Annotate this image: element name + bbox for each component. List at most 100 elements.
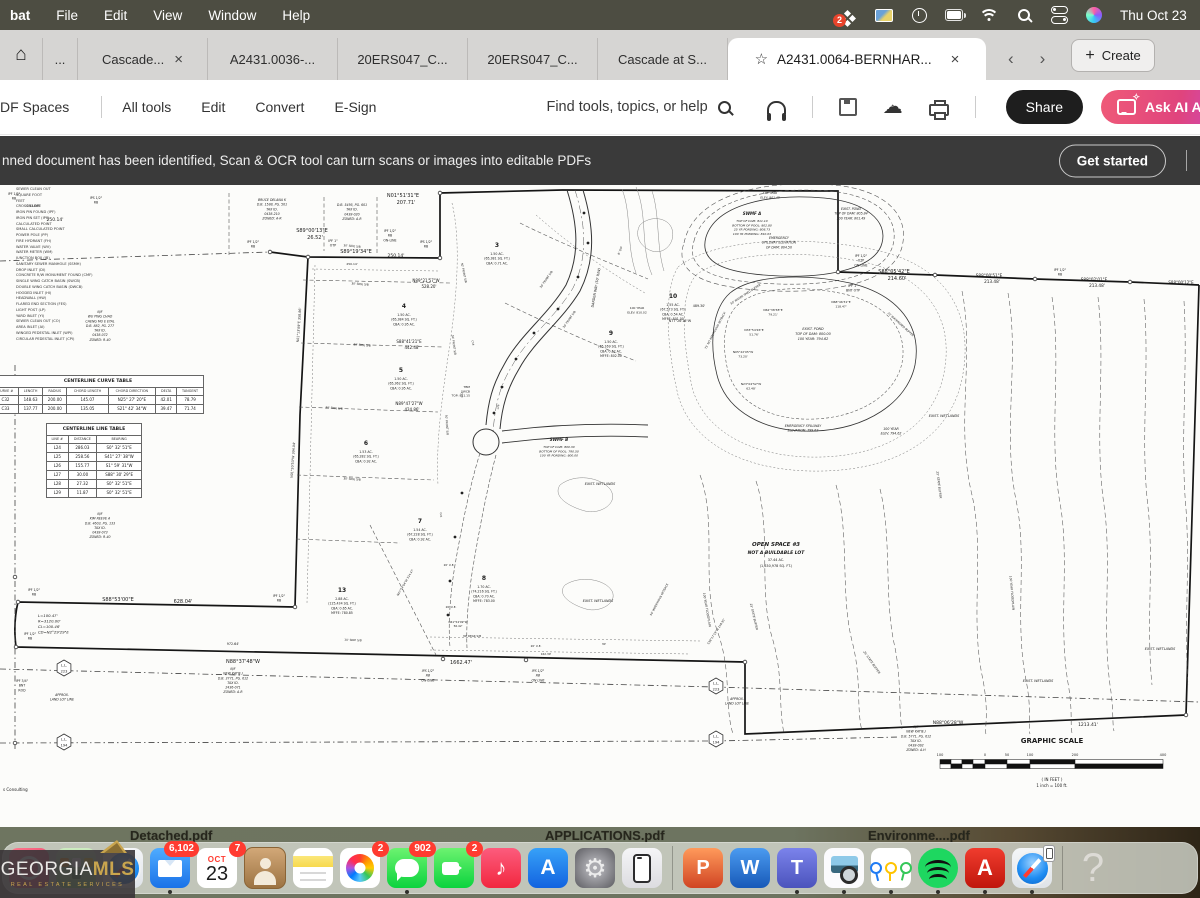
siri-icon[interactable] <box>1085 7 1103 23</box>
dock-icon-question[interactable]: ? <box>1073 848 1113 888</box>
pdf-page-plat-map[interactable]: L.L.223L.L.194L.L.223L.L.194 GRAPHIC SCA… <box>0 185 1200 827</box>
notification-badge: 7 <box>229 841 246 857</box>
svg-text:489.30': 489.30' <box>693 304 706 308</box>
svg-text:C20: C20 <box>460 392 464 398</box>
tab-close-icon[interactable]: × <box>174 51 183 68</box>
svg-text:(1,630,978 SQ. FT.): (1,630,978 SQ. FT.) <box>760 564 793 568</box>
dock-icon-messages[interactable]: 902 <box>387 848 427 888</box>
dock-icon-iphone-mirroring[interactable] <box>622 848 662 888</box>
svg-text:GRAPHIC SCALE: GRAPHIC SCALE <box>1021 737 1084 745</box>
svg-text:L.L.: L.L. <box>61 738 67 742</box>
menu-clock[interactable]: Thu Oct 23 <box>1120 8 1190 23</box>
back-arrow-icon[interactable]: ‹ <box>1008 49 1014 69</box>
control-center-icon[interactable] <box>1050 7 1068 23</box>
print-icon[interactable] <box>929 104 949 116</box>
toolbar-item-e-sign[interactable]: E-Sign <box>334 99 376 115</box>
dock-icon-safari-iphone[interactable] <box>1012 848 1052 888</box>
dock-icon-powerpoint[interactable]: P <box>683 848 723 888</box>
star-icon[interactable]: ☆ <box>755 50 768 68</box>
tab-5[interactable]: Cascade at S... <box>598 38 728 80</box>
svg-text:EXIST. WETLANDS: EXIST. WETLANDS <box>583 599 614 603</box>
land-lot-markers: L.L.223L.L.194L.L.223L.L.194 <box>57 660 723 750</box>
wifi-icon[interactable] <box>980 7 998 23</box>
home-button[interactable]: ⌂ <box>0 30 42 80</box>
menu-item-window[interactable]: Window <box>208 8 256 23</box>
menu-item-help[interactable]: Help <box>282 8 310 23</box>
dock-icon-notes[interactable] <box>293 848 333 888</box>
toolbar-item-convert[interactable]: Convert <box>255 99 304 115</box>
menu-item-file[interactable]: File <box>56 8 78 23</box>
toolbar-item-all-tools[interactable]: All tools <box>122 99 171 115</box>
svg-text:1.50 AC.(65,381 SQ. FT.)CBA: 0: 1.50 AC.(65,381 SQ. FT.)CBA: 0.71 AC. <box>484 252 510 265</box>
svg-text:5: 5 <box>399 367 403 374</box>
svg-text:223: 223 <box>61 670 68 674</box>
tab-active[interactable]: ☆A2431.0064-BERNHAR...× <box>728 38 986 80</box>
dock-icon-teams[interactable]: T <box>777 848 817 888</box>
dock-icon-acrobat[interactable]: A <box>965 848 1005 888</box>
svg-text:25' STATE BUFFER: 25' STATE BUFFER <box>935 471 942 499</box>
time-machine-icon[interactable] <box>910 7 928 23</box>
dock-icon-system-settings[interactable]: ⚙ <box>575 848 615 888</box>
dock-icon-music[interactable]: ♪ <box>481 848 521 888</box>
svg-text:IPF 3/4"BNTROD: IPF 3/4"BNTROD <box>16 679 29 692</box>
cloud-upload-icon[interactable]: ☁ <box>883 97 903 117</box>
svg-text:50' FRONT S/B: 50' FRONT S/B <box>451 335 458 356</box>
active-app-name[interactable]: bat <box>10 8 30 23</box>
tab-3[interactable]: 20ERS047_C... <box>338 38 468 80</box>
display-icon[interactable] <box>875 7 893 23</box>
running-indicator <box>889 890 893 894</box>
dock-icon-facetime[interactable]: 2 <box>434 848 474 888</box>
dock-icon-preview[interactable] <box>824 848 864 888</box>
read-aloud-icon[interactable] <box>767 101 786 114</box>
dock-icon-contacts[interactable] <box>244 847 286 889</box>
desktop-file[interactable]: APPLICATIONS.pdf <box>545 828 665 843</box>
svg-text:0: 0 <box>984 753 986 757</box>
menu-item-edit[interactable]: Edit <box>104 8 127 23</box>
dock-icon-passwords[interactable] <box>871 848 911 888</box>
menu-item-view[interactable]: View <box>153 8 182 23</box>
battery-icon[interactable] <box>945 7 963 23</box>
plus-icon: + <box>1085 48 1094 64</box>
find-tools-search[interactable]: Find tools, topics, or help <box>546 99 730 115</box>
dock-icon-app-store[interactable]: A <box>528 848 568 888</box>
dock-icon-spotify[interactable] <box>918 848 958 888</box>
svg-text:10: 10 <box>669 293 677 300</box>
map-annotations: N01°51'31"E207.71'IPF 1/2"RBIPS 1/2"RBON… <box>3 191 1194 792</box>
tab-0[interactable]: ... <box>42 38 78 80</box>
svg-text:S88°41'21"E: S88°41'21"E <box>396 339 422 344</box>
tab-label: Cascade at S... <box>618 52 707 67</box>
tab-close-icon[interactable]: × <box>951 51 960 68</box>
svg-text:DARDEN WAY (50' R/W): DARDEN WAY (50' R/W) <box>591 267 602 308</box>
dock-icon-photos[interactable]: 2 <box>340 848 380 888</box>
get-started-button[interactable]: Get started <box>1059 144 1166 177</box>
svg-text:IPS 1/2"RB: IPS 1/2"RB <box>420 240 433 249</box>
tab-1[interactable]: Cascade...× <box>78 38 208 80</box>
svg-text:13: 13 <box>338 587 346 594</box>
svg-text:EXIST. WETLANDS: EXIST. WETLANDS <box>1145 647 1176 651</box>
running-indicator <box>936 890 940 894</box>
svg-text:EXIST. PONDTOP OF DAM: 800.001: EXIST. PONDTOP OF DAM: 800.00100 YEAR: 7… <box>795 327 831 341</box>
desktop-file[interactable]: Environme....pdf <box>868 828 970 843</box>
share-button[interactable]: Share <box>1006 90 1083 124</box>
divider <box>101 96 102 118</box>
dock-icon-word[interactable]: W <box>730 848 770 888</box>
spotlight-search-icon[interactable] <box>1015 7 1033 23</box>
create-button[interactable]: + Create <box>1071 39 1154 72</box>
ask-ai-button[interactable]: Ask AI A <box>1101 90 1200 124</box>
svg-text:1.50 AC.(65,362 SQ. FT.)CBA: 0: 1.50 AC.(65,362 SQ. FT.)CBA: 0.95 AC. <box>388 377 414 390</box>
forward-arrow-icon[interactable]: › <box>1040 49 1046 69</box>
toolbar-item-df-spaces[interactable]: DF Spaces <box>0 99 69 115</box>
tab-label: A2431.0036-... <box>230 52 315 67</box>
tab-2[interactable]: A2431.0036-... <box>208 38 338 80</box>
dropbox-icon[interactable]: 2 <box>840 7 858 23</box>
dock-icon-calendar[interactable]: OCT237 <box>197 848 237 888</box>
wetland-floodplain-lines <box>700 291 1188 734</box>
running-indicator <box>1030 890 1034 894</box>
svg-text:50' IMPERVIOUS SETBACK: 50' IMPERVIOUS SETBACK <box>649 582 670 616</box>
save-icon[interactable] <box>839 98 857 116</box>
toolbar-item-edit[interactable]: Edit <box>201 99 225 115</box>
road-darden-way <box>449 190 648 648</box>
dock-icon-mail[interactable]: 6,102 <box>150 848 190 888</box>
svg-text:L.L.: L.L. <box>713 735 719 739</box>
tab-4[interactable]: 20ERS047_C... <box>468 38 598 80</box>
